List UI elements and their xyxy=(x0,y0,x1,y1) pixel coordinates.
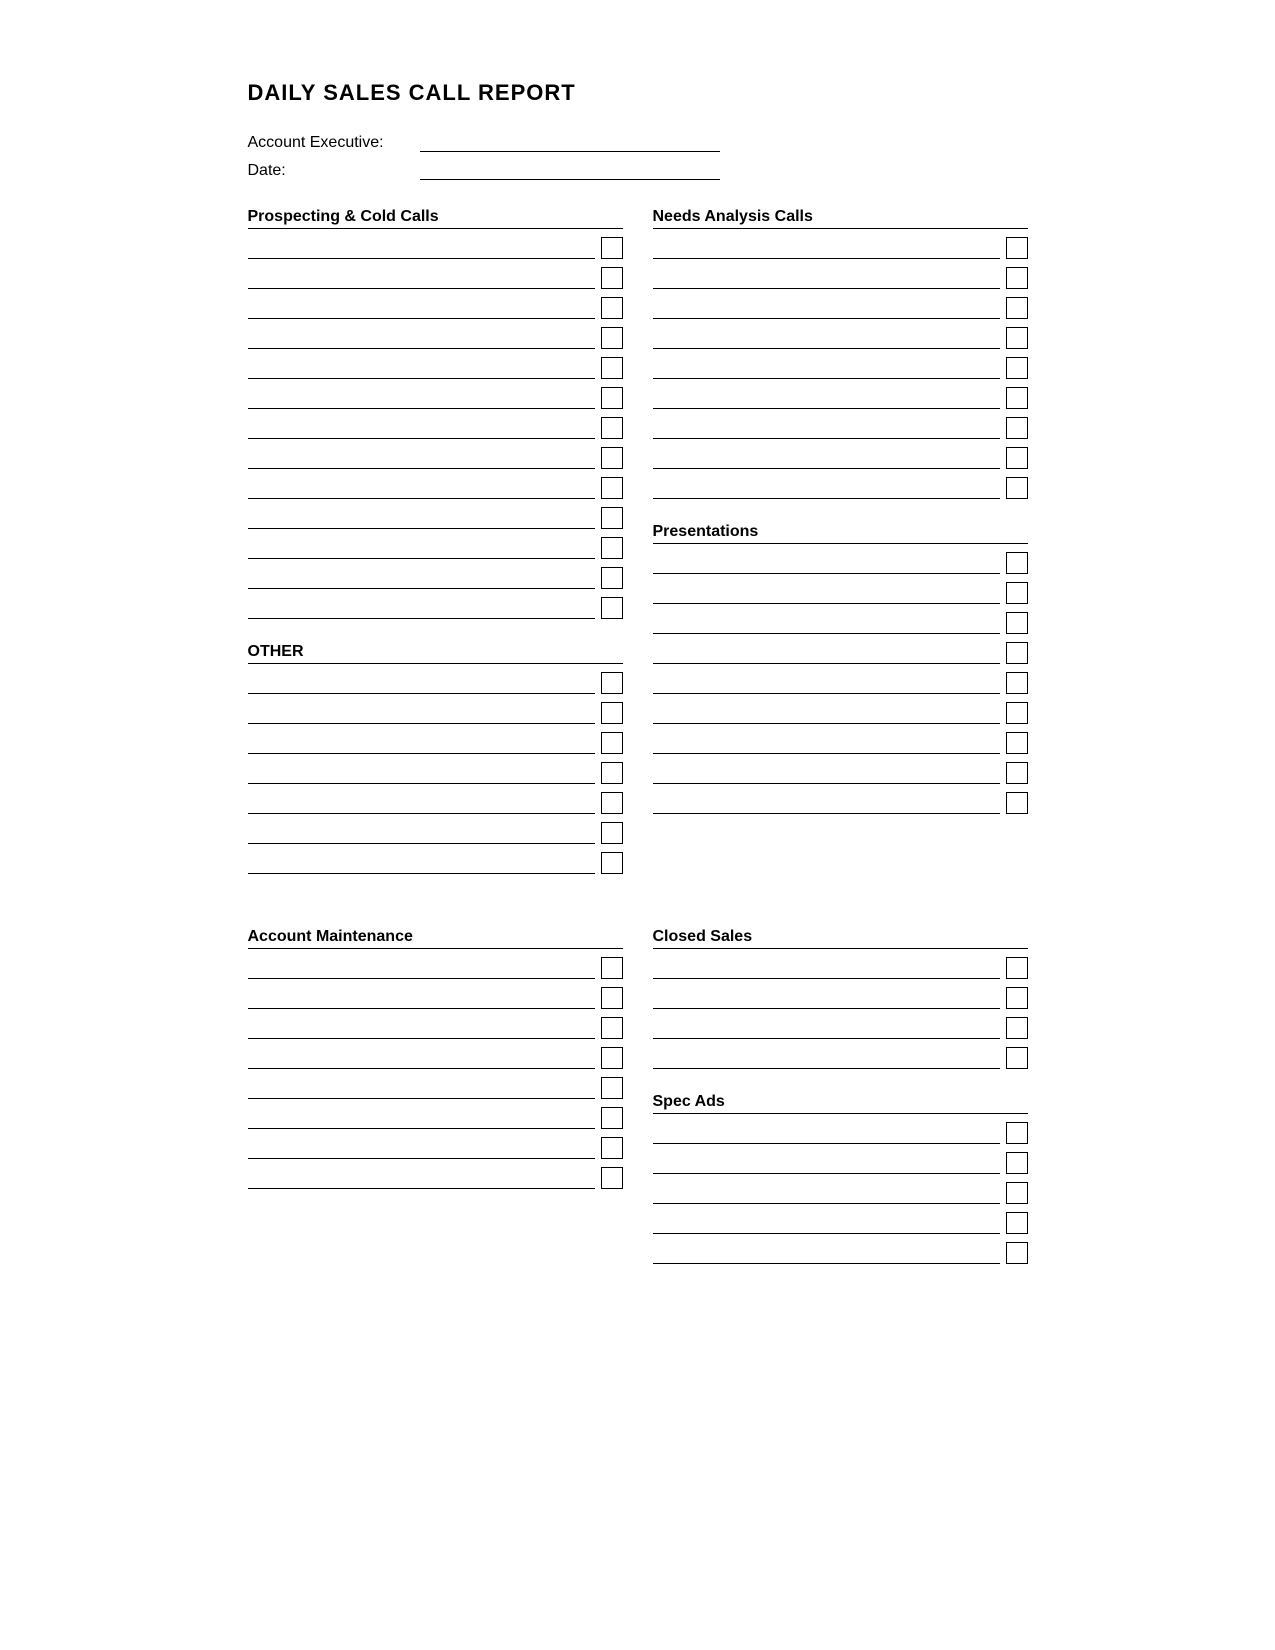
list-item xyxy=(248,957,623,979)
list-item xyxy=(248,822,623,844)
date-row: Date: xyxy=(248,162,1028,180)
list-item xyxy=(653,1047,1028,1069)
account-maintenance-title: Account Maintenance xyxy=(248,928,623,949)
left-column: Prospecting & Cold Calls OTHER xyxy=(248,208,623,898)
list-item xyxy=(248,567,623,589)
spec-ads-section: Spec Ads xyxy=(653,1093,1028,1264)
needs-analysis-title: Needs Analysis Calls xyxy=(653,208,1028,229)
list-item xyxy=(653,237,1028,259)
list-item xyxy=(248,537,623,559)
top-columns: Prospecting & Cold Calls OTHER xyxy=(248,208,1028,898)
bottom-columns: Account Maintenance Closed Sales xyxy=(248,928,1028,1288)
presentations-section: Presentations xyxy=(653,523,1028,814)
list-item xyxy=(248,387,623,409)
list-item xyxy=(653,267,1028,289)
list-item xyxy=(248,1047,623,1069)
list-item xyxy=(248,417,623,439)
list-item xyxy=(653,792,1028,814)
list-item xyxy=(248,792,623,814)
list-item xyxy=(653,297,1028,319)
spec-ads-title: Spec Ads xyxy=(653,1093,1028,1114)
list-item xyxy=(248,1017,623,1039)
list-item xyxy=(653,1182,1028,1204)
presentations-title: Presentations xyxy=(653,523,1028,544)
list-item xyxy=(653,552,1028,574)
right-column: Needs Analysis Calls Presentations xyxy=(653,208,1028,898)
list-item xyxy=(653,762,1028,784)
prospecting-section: Prospecting & Cold Calls xyxy=(248,208,623,619)
list-item xyxy=(653,1122,1028,1144)
list-item xyxy=(653,357,1028,379)
list-item xyxy=(653,477,1028,499)
list-item xyxy=(248,357,623,379)
account-maintenance-section: Account Maintenance xyxy=(248,928,623,1189)
account-executive-line xyxy=(420,134,720,152)
list-item xyxy=(248,447,623,469)
list-item xyxy=(653,672,1028,694)
list-item xyxy=(248,237,623,259)
report-title: DAILY SALES CALL REPORT xyxy=(248,80,1028,106)
list-item xyxy=(248,1137,623,1159)
needs-analysis-section: Needs Analysis Calls xyxy=(653,208,1028,499)
list-item xyxy=(248,1167,623,1189)
date-label: Date: xyxy=(248,162,408,180)
bottom-left-column: Account Maintenance xyxy=(248,928,623,1288)
closed-sales-section: Closed Sales xyxy=(653,928,1028,1069)
list-item xyxy=(248,672,623,694)
list-item xyxy=(653,1242,1028,1264)
bottom-right-column: Closed Sales Spec Ads xyxy=(653,928,1028,1288)
list-item xyxy=(248,1077,623,1099)
list-item xyxy=(248,297,623,319)
list-item xyxy=(653,987,1028,1009)
list-item xyxy=(248,702,623,724)
list-item xyxy=(653,447,1028,469)
list-item xyxy=(248,987,623,1009)
list-item xyxy=(653,1152,1028,1174)
list-item xyxy=(248,507,623,529)
account-executive-label: Account Executive: xyxy=(248,134,408,152)
list-item xyxy=(248,477,623,499)
list-item xyxy=(248,597,623,619)
list-item xyxy=(653,387,1028,409)
list-item xyxy=(653,612,1028,634)
list-item xyxy=(653,1017,1028,1039)
list-item xyxy=(248,267,623,289)
list-item xyxy=(653,732,1028,754)
list-item xyxy=(653,582,1028,604)
list-item xyxy=(248,762,623,784)
page: DAILY SALES CALL REPORT Account Executiv… xyxy=(188,0,1088,1368)
list-item xyxy=(653,1212,1028,1234)
list-item xyxy=(653,327,1028,349)
list-item xyxy=(248,327,623,349)
other-title: OTHER xyxy=(248,643,623,664)
list-item xyxy=(248,732,623,754)
list-item xyxy=(248,1107,623,1129)
date-line xyxy=(420,162,720,180)
list-item xyxy=(653,642,1028,664)
list-item xyxy=(248,852,623,874)
other-section: OTHER xyxy=(248,643,623,874)
prospecting-title: Prospecting & Cold Calls xyxy=(248,208,623,229)
closed-sales-title: Closed Sales xyxy=(653,928,1028,949)
account-executive-row: Account Executive: xyxy=(248,134,1028,152)
header-fields: Account Executive: Date: xyxy=(248,134,1028,180)
list-item xyxy=(653,957,1028,979)
list-item xyxy=(653,417,1028,439)
list-item xyxy=(653,702,1028,724)
